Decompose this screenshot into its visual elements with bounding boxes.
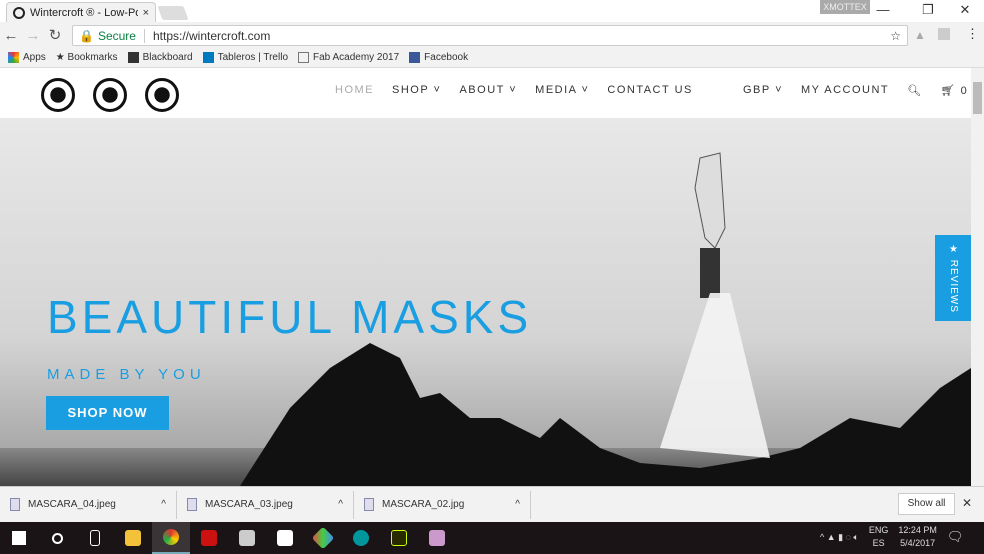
logo-bird-icon[interactable] bbox=[145, 78, 179, 112]
reviews-tab[interactable]: ★ REVIEWS bbox=[935, 235, 971, 321]
git-icon[interactable] bbox=[304, 522, 342, 554]
language-indicator[interactable]: ENG ES bbox=[869, 524, 889, 550]
bookmark-apps[interactable]: Apps bbox=[8, 51, 46, 63]
tray-icons[interactable]: ^ ▲ ▮ ◌ 🔈︎ bbox=[820, 532, 859, 543]
start-button[interactable] bbox=[0, 522, 38, 554]
trello-icon bbox=[202, 51, 214, 63]
arduino-icon[interactable] bbox=[342, 522, 380, 554]
extension-icon[interactable] bbox=[938, 28, 950, 40]
cart-count: 0 bbox=[960, 85, 969, 97]
browser-tab[interactable]: Wintercroft ® - Low-Poly × bbox=[6, 2, 156, 22]
nav-contact[interactable]: CONTACT US bbox=[607, 84, 693, 96]
chrome-icon[interactable] bbox=[152, 522, 190, 554]
downloads-bar: MASCARA_04.jpeg ^ MASCARA_03.jpeg ^ MASCAR… bbox=[0, 486, 984, 522]
muse-icon[interactable] bbox=[380, 522, 418, 554]
close-tab-icon[interactable]: × bbox=[143, 7, 149, 19]
apps-icon bbox=[8, 51, 19, 63]
cart-icon: 🛒︎ bbox=[940, 85, 961, 97]
close-downloads-icon[interactable]: ✕ bbox=[962, 496, 972, 510]
mail-icon[interactable] bbox=[266, 522, 304, 554]
bookmark-trello[interactable]: Tableros | Trello bbox=[202, 51, 288, 63]
chevron-up-icon[interactable]: ^ bbox=[338, 499, 343, 510]
bookmark-blackboard[interactable]: Blackboard bbox=[127, 51, 193, 63]
logo-hare-icon[interactable] bbox=[41, 78, 75, 112]
windows-icon bbox=[12, 531, 26, 545]
facebook-icon bbox=[409, 51, 421, 63]
notifications-icon[interactable]: 🗨︎ bbox=[947, 529, 964, 545]
app-icon[interactable] bbox=[418, 522, 456, 554]
clock[interactable]: 12:24 PM 5/4/2017 bbox=[898, 524, 937, 550]
download-item[interactable]: MASCARA_02.jpg ^ bbox=[354, 490, 531, 519]
page-icon bbox=[298, 51, 309, 63]
bookmarks-bar: Apps ★ Bookmarks Blackboard Tableros | T… bbox=[0, 48, 984, 68]
minimize-icon[interactable]: — bbox=[868, 2, 898, 17]
new-tab-button[interactable] bbox=[157, 6, 189, 20]
url-text[interactable]: https://wintercroft.com bbox=[153, 29, 890, 43]
main-nav: HOME SHOP ˅ ABOUT ˅ MEDIA ˅ CONTACT US bbox=[335, 84, 693, 96]
nav-media[interactable]: MEDIA ˅ bbox=[535, 84, 589, 96]
file-icon bbox=[364, 498, 374, 511]
nav-shop[interactable]: SHOP ˅ bbox=[392, 84, 441, 96]
lock-icon: 🔒 bbox=[79, 28, 94, 43]
inkscape-icon[interactable] bbox=[228, 522, 266, 554]
bookmark-fab-academy[interactable]: Fab Academy 2017 bbox=[298, 51, 399, 63]
drive-extension-icon[interactable]: ▲ bbox=[914, 28, 926, 42]
reload-icon[interactable]: ↻ bbox=[44, 26, 66, 44]
close-window-icon[interactable]: ✕ bbox=[950, 2, 980, 18]
hero-subtitle: MADE BY YOU bbox=[47, 366, 206, 383]
star-icon[interactable]: ☆ bbox=[890, 29, 901, 43]
chevron-up-icon[interactable]: ^ bbox=[161, 499, 166, 510]
back-icon[interactable]: ← bbox=[0, 27, 22, 44]
download-item[interactable]: MASCARA_04.jpeg ^ bbox=[0, 490, 177, 519]
profile-badge[interactable]: XMOTTEX bbox=[820, 0, 870, 14]
restore-icon[interactable]: ❐ bbox=[913, 2, 943, 18]
nav-about[interactable]: ABOUT ˅ bbox=[459, 84, 517, 96]
autocad-icon[interactable] bbox=[190, 522, 228, 554]
search-icon[interactable]: 🔍︎ bbox=[907, 84, 922, 97]
cart-button[interactable]: 🛒︎ 0 bbox=[941, 84, 969, 97]
secure-label: Secure bbox=[98, 28, 145, 43]
logo-bear-icon[interactable] bbox=[93, 78, 127, 112]
hero-title: BEAUTIFUL MASKS bbox=[47, 291, 533, 343]
file-icon bbox=[10, 498, 20, 511]
star-icon: ★ bbox=[55, 52, 68, 63]
file-explorer-icon[interactable] bbox=[114, 522, 152, 554]
show-all-button[interactable]: Show all bbox=[898, 493, 955, 515]
system-tray: ^ ▲ ▮ ◌ 🔈︎ ENG ES 12:24 PM 5/4/2017 🗨︎ bbox=[820, 524, 963, 550]
search-icon[interactable] bbox=[38, 522, 76, 554]
chevron-up-icon[interactable]: ^ bbox=[515, 499, 520, 510]
blackboard-icon bbox=[127, 51, 139, 63]
download-item[interactable]: MASCARA_03.jpeg ^ bbox=[177, 490, 354, 519]
scrollbar[interactable] bbox=[971, 68, 984, 486]
nav-home[interactable]: HOME bbox=[335, 84, 374, 96]
shop-now-button[interactable]: SHOP NOW bbox=[46, 396, 169, 430]
address-bar[interactable]: 🔒 Secure https://wintercroft.com ☆ bbox=[72, 25, 908, 46]
menu-icon[interactable]: ⋮ bbox=[966, 26, 979, 42]
tab-title: Wintercroft ® - Low-Poly bbox=[30, 6, 138, 19]
favicon-icon bbox=[13, 6, 25, 19]
bookmark-facebook[interactable]: Facebook bbox=[409, 51, 468, 63]
currency-select[interactable]: GBP ˅ bbox=[743, 84, 783, 97]
header-actions: GBP ˅ MY ACCOUNT 🔍︎ 🛒︎ 0 bbox=[743, 84, 968, 97]
scrollbar-thumb[interactable] bbox=[973, 82, 982, 114]
file-icon bbox=[187, 498, 197, 511]
task-view-icon[interactable] bbox=[76, 522, 114, 554]
my-account-link[interactable]: MY ACCOUNT bbox=[801, 84, 889, 97]
bookmark-bookmarks[interactable]: ★ Bookmarks bbox=[56, 52, 118, 63]
forward-icon[interactable]: → bbox=[22, 27, 44, 44]
